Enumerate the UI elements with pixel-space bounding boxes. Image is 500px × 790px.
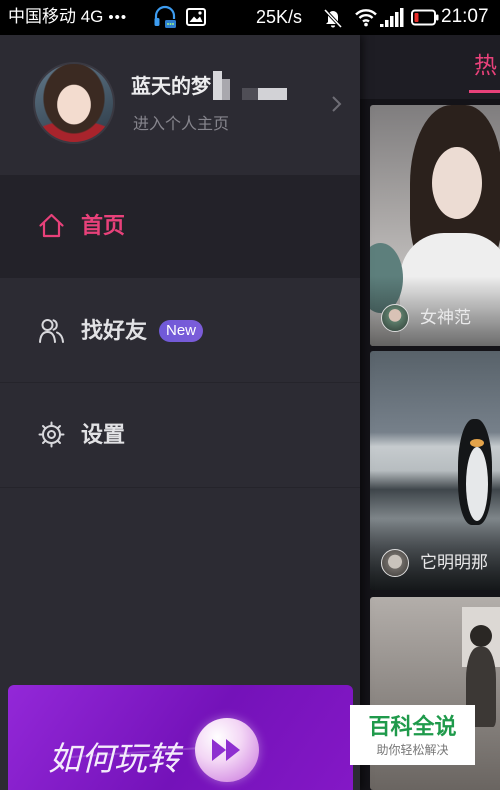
author-avatar[interactable]	[381, 304, 409, 332]
signal-icon	[380, 8, 404, 33]
card-caption: 它明明那	[420, 553, 488, 572]
status-bar: 中国移动 4G ••• 25K/s 21:07	[0, 0, 500, 35]
new-badge: New	[159, 320, 203, 342]
banner-title: 如何玩转	[48, 740, 180, 777]
wifi-icon	[354, 7, 378, 32]
tab-active-indicator	[469, 90, 500, 93]
feed-card[interactable]: 女神范	[370, 105, 500, 346]
screen: 中国移动 4G ••• 25K/s 21:07 热 女神范 它明明那 蓝天的梦 …	[0, 0, 500, 790]
menu-item-home[interactable]: 首页	[0, 175, 360, 278]
card-caption: 女神范	[420, 308, 471, 327]
menu-item-label: 设置	[81, 422, 126, 447]
navigation-drawer: 蓝天的梦 进入个人主页 首页 找好友 New 设置 如何玩转	[0, 35, 360, 790]
carrier-info: 中国移动 4G •••	[8, 6, 127, 29]
clock: 21:07	[441, 6, 489, 27]
image-notification-icon	[186, 8, 206, 31]
watermark-logo: 百科全说 助你轻松解决	[350, 705, 475, 765]
home-icon	[38, 212, 65, 239]
profile-subtitle-link[interactable]: 进入个人主页	[133, 116, 229, 134]
headset-notification-icon	[152, 4, 178, 35]
fast-forward-icon	[195, 718, 259, 782]
menu-item-find-friends[interactable]: 找好友 New	[0, 278, 360, 383]
profile-name: 蓝天的梦	[131, 76, 211, 98]
feed-panel: 热 女神范 它明明那	[360, 35, 500, 790]
name-mosaic	[213, 71, 287, 100]
menu-item-settings[interactable]: 设置	[0, 383, 360, 488]
menu-item-label: 首页	[81, 213, 126, 238]
how-to-play-banner[interactable]: 如何玩转	[8, 685, 353, 790]
watermark-title: 百科全说	[368, 714, 457, 739]
author-avatar[interactable]	[381, 549, 409, 577]
network-speed: 25K/s	[256, 7, 303, 27]
friends-icon	[38, 317, 65, 344]
profile-header[interactable]: 蓝天的梦 进入个人主页	[0, 35, 360, 175]
chevron-right-icon[interactable]	[331, 95, 343, 118]
watermark-subtitle: 助你轻松解决	[376, 743, 449, 757]
profile-avatar[interactable]	[33, 62, 115, 144]
menu-item-label: 找好友	[81, 318, 148, 343]
settings-icon	[38, 421, 65, 448]
more-notifications-dots: •••	[108, 9, 128, 26]
feed-card[interactable]: 它明明那	[370, 351, 500, 590]
feed-header: 热	[360, 35, 500, 99]
carrier-label: 中国移动 4G	[8, 7, 104, 26]
mute-icon	[322, 7, 344, 34]
tab-hot[interactable]: 热	[474, 52, 497, 78]
battery-icon	[411, 9, 439, 31]
